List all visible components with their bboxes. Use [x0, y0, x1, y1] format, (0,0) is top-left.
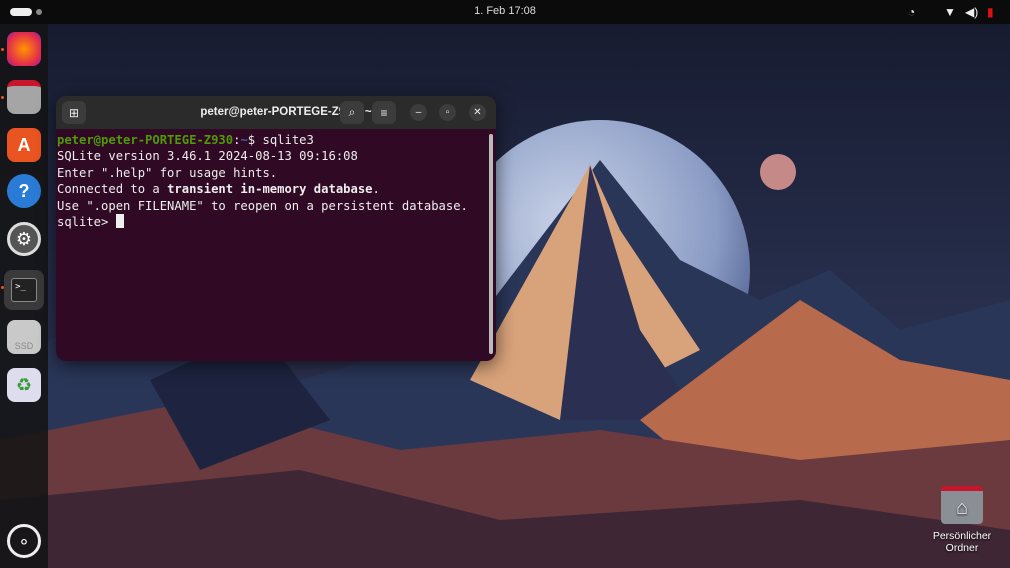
search-icon[interactable]: ⌕ — [340, 101, 364, 124]
trash-icon[interactable]: ♻ — [7, 368, 41, 402]
window-title: peter@peter-PORTEGE-Z930: ~ — [200, 106, 372, 118]
close-icon[interactable]: ✕ — [469, 104, 486, 121]
menu-icon[interactable]: ≡ — [372, 101, 396, 124]
wifi-icon[interactable]: ▼ — [944, 5, 956, 19]
home-folder-label: Persönlicher Ordner — [932, 530, 992, 554]
ssd-drive-icon[interactable]: SSD — [7, 320, 41, 354]
settings-icon[interactable]: ⚙ — [7, 222, 41, 256]
home-folder-desktop-icon[interactable]: ⌂ Persönlicher Ordner — [930, 486, 994, 554]
battery-low-icon[interactable]: ▮ — [987, 5, 994, 19]
home-folder-icon: ⌂ — [941, 486, 983, 524]
show-apps-icon[interactable]: ∘ — [7, 524, 41, 558]
text-cursor — [115, 214, 124, 229]
help-icon[interactable]: ? — [7, 174, 41, 208]
top-bar: 1. Feb 17:08 ◔ ▼ ◀) ▮ — [0, 0, 1010, 24]
volume-icon[interactable]: ◀) — [965, 5, 978, 19]
terminal-output[interactable]: peter@peter-PORTEGE-Z930:~$ sqlite3 SQLi… — [56, 129, 496, 233]
minimize-icon[interactable]: – — [410, 104, 427, 121]
dock: A ? ⚙ >_ SSD ♻ ∘ — [0, 24, 48, 568]
terminal-window[interactable]: ⊞ peter@peter-PORTEGE-Z930: ~ ⌕ ≡ – ▫ ✕ … — [56, 96, 496, 361]
terminal-icon[interactable]: >_ — [4, 270, 44, 310]
power-profile-icon[interactable]: ◔ — [908, 5, 915, 19]
scrollbar[interactable] — [489, 134, 493, 354]
firefox-icon[interactable] — [7, 32, 41, 66]
maximize-icon[interactable]: ▫ — [439, 104, 456, 121]
terminal-titlebar[interactable]: ⊞ peter@peter-PORTEGE-Z930: ~ ⌕ ≡ – ▫ ✕ — [56, 96, 496, 129]
clock[interactable]: 1. Feb 17:08 — [0, 5, 1010, 17]
files-icon[interactable] — [7, 80, 41, 114]
app-center-icon[interactable]: A — [7, 128, 41, 162]
